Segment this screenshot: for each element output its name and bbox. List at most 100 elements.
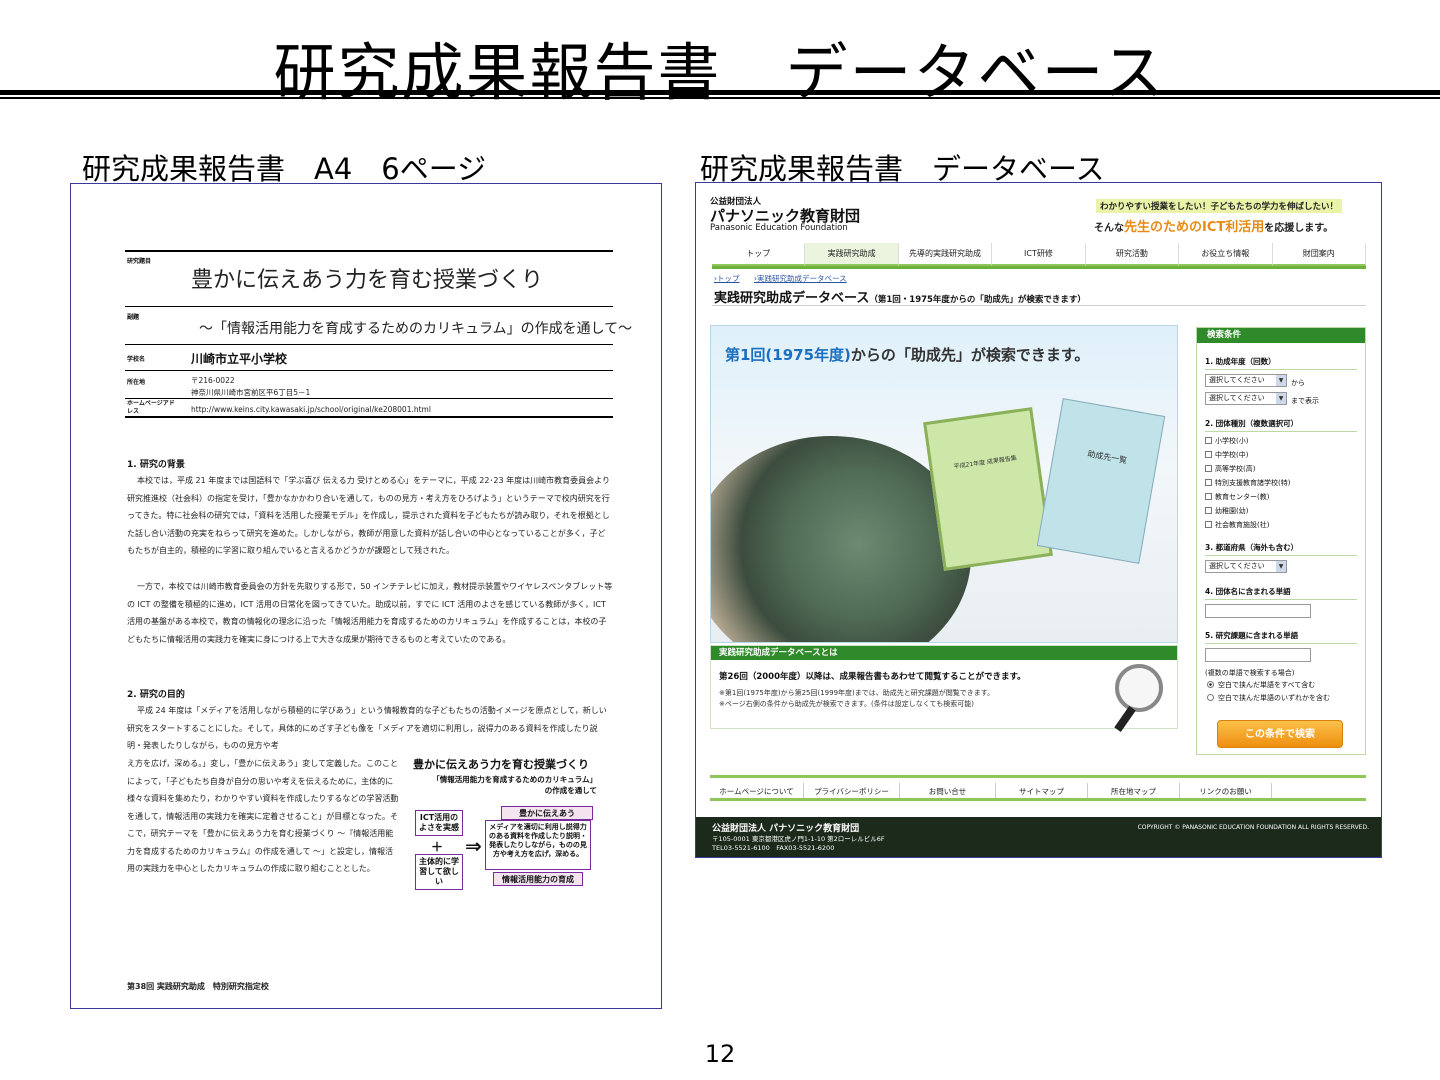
type-checkbox[interactable]: 特別支援教育諸学校(特) <box>1205 478 1290 488</box>
footer-link-privacy[interactable]: プライバシーポリシー <box>804 783 900 798</box>
footer-nav: ホームページについて プライバシーポリシー お問い合せ サイトマップ 所在地マッ… <box>710 783 1366 801</box>
database-website: 公益財団法人 パナソニック教育財団 Panasonic Education Fo… <box>695 182 1382 858</box>
label-homepage: ホームページアドレス <box>127 400 175 415</box>
tagline: わかりやすい授業をしたい！子どもたちの学力を伸ばしたい！ <box>1096 199 1343 213</box>
search-heading: 検索条件 <box>1197 328 1365 343</box>
report-url: http://www.keins.city.kawasaki.jp/school… <box>191 405 431 414</box>
checkbox-icon <box>1205 507 1212 514</box>
type-checkbox[interactable]: 高等学校(高) <box>1205 464 1255 474</box>
tagline-support: そんな先生のためのそんなICT利活用を応援します。 <box>1094 216 1333 235</box>
year-from-select[interactable]: 選択してください ▼ <box>1205 374 1287 387</box>
magnifier-icon <box>1115 664 1163 712</box>
section-heading-background: 1. 研究の背景 <box>127 460 185 470</box>
search-label-org-word: 4. 団体名に含まれる単語 <box>1205 586 1357 600</box>
site-footer: 公益財団法人 パナソニック教育財団 〒105-0001 東京都港区虎ノ門1-1-… <box>696 817 1381 857</box>
tagline-highlight: ICT利活用 <box>1202 220 1265 235</box>
type-checkbox-label: 教育センター(教) <box>1215 493 1270 501</box>
year-to-value: 選択してください <box>1209 394 1265 402</box>
type-checkbox[interactable]: 教育センター(教) <box>1205 492 1269 502</box>
radio-match-any[interactable]: 空白で挟んだ単語のいずれかを含む <box>1207 693 1330 703</box>
label-school: 学校名 <box>127 356 146 363</box>
org-word-input[interactable] <box>1205 604 1311 618</box>
type-checkbox-label: 高等学校(高) <box>1215 465 1256 473</box>
breadcrumb-home[interactable]: ›トップ <box>714 273 740 284</box>
section-heading-purpose: 2. 研究の目的 <box>127 690 185 700</box>
footer-link-link-request[interactable]: リンクのお願い <box>1180 783 1272 798</box>
search-label-year: 1. 助成年度（回数） <box>1205 356 1357 370</box>
figure-title: 豊かに伝えあう力を育む授業づくり <box>413 758 589 771</box>
figure-subtitle-line: の作成を通して <box>544 786 597 795</box>
hero-caption: 第1回(1975年度)からの「助成先」が検索できます。 <box>725 344 1089 365</box>
footer-copyright: COPYRIGHT © PANASONIC EDUCATION FOUNDATI… <box>1137 824 1369 831</box>
search-panel: 検索条件 1. 助成年度（回数） 選択してください ▼ から 選択してください ▼ … <box>1196 327 1366 755</box>
report-school: 川崎市立平小学校 <box>191 352 288 366</box>
book-list-label: 助成先一覧 <box>1086 449 1128 466</box>
report-subtitle: ～「情報活用能力を育成するためのカリキュラム」の作成を通して～ <box>199 321 633 337</box>
radio-match-all-label: 空白で挟んだ単語をすべて含む <box>1218 681 1316 689</box>
type-checkbox[interactable]: 社会教育施設(社) <box>1205 520 1269 530</box>
chevron-down-icon: ▼ <box>1276 561 1286 572</box>
type-checkbox[interactable]: 小学校(小) <box>1205 436 1248 446</box>
radio-selected-icon <box>1207 681 1214 688</box>
report-paragraph: 本校では，平成 21 年度までは国語科で「学ぶ喜び 伝える力 受けとめる心」をテ… <box>127 476 610 555</box>
nav-item-useful-info[interactable]: お役立ち情報 <box>1179 243 1273 266</box>
label-theme: 研究題目 <box>127 258 152 265</box>
figure-box-goal-foot: 情報活用能力の育成 <box>493 872 583 886</box>
footer-link-map[interactable]: 所在地マップ <box>1088 783 1180 798</box>
type-checkbox-label: 社会教育施設(社) <box>1215 521 1270 529</box>
nav-item-research-grant[interactable]: 実践研究助成 <box>805 243 899 266</box>
checkbox-icon <box>1205 437 1212 444</box>
checkbox-icon <box>1205 465 1212 472</box>
search-button[interactable]: この条件で検索 <box>1217 720 1343 748</box>
year-from-value: 選択してください <box>1209 376 1265 384</box>
checkbox-icon <box>1205 451 1212 458</box>
prefecture-select[interactable]: 選択してください ▼ <box>1205 560 1287 573</box>
breadcrumb-current[interactable]: ›実践研究助成データベース <box>754 273 847 284</box>
main-nav: トップ 実践研究助成 先導的実践研究助成 ICT研修 研究活動 お役立ち情報 財… <box>712 243 1366 269</box>
page-heading-note: （第1回・1975年度からの「助成先」が検索できます） <box>869 295 1086 305</box>
type-checkbox-label: 特別支援教育諸学校(特) <box>1215 479 1291 487</box>
year-to-select[interactable]: 選択してください ▼ <box>1205 392 1287 405</box>
heading-rule <box>712 305 1366 306</box>
report-rule <box>125 344 613 345</box>
hero-caption-rest: からの「助成先」が検索できます。 <box>850 346 1090 364</box>
search-label-prefecture: 3. 都道府県（海外も含む） <box>1205 542 1357 556</box>
type-checkbox[interactable]: 幼稚園(幼) <box>1205 506 1248 516</box>
multi-word-note: (複数の単語で検索する場合) <box>1205 669 1295 677</box>
figure-box-proactive: 主体的に学習して欲しい <box>415 854 463 890</box>
page-heading: 実践研究助成データベース（第1回・1975年度からの「助成先」が検索できます） <box>714 287 1086 306</box>
report-rule-top <box>125 250 613 252</box>
footer-link-contact[interactable]: お問い合せ <box>900 783 996 798</box>
report-rule <box>125 370 613 371</box>
radio-match-all[interactable]: 空白で挟んだ単語をすべて含む <box>1207 680 1315 690</box>
type-checkbox-label: 幼稚園(幼) <box>1215 507 1249 515</box>
report-rule <box>125 306 613 307</box>
report-address: 神奈川県川崎市宮前区平6丁目5－1 <box>191 388 311 397</box>
chevron-down-icon: ▼ <box>1276 375 1286 386</box>
figure-arrow: ⇒ <box>465 834 482 858</box>
label-subtitle: 副題 <box>127 314 140 321</box>
figure-subtitle: 「情報活用能力を育成するためのカリキュラム」 の作成を通して <box>411 774 597 796</box>
footer-tel: TEL03-5521-6100 FAX03-5521-6200 <box>712 844 835 852</box>
theme-word-input[interactable] <box>1205 648 1311 662</box>
nav-item-about[interactable]: 財団案内 <box>1272 243 1366 266</box>
magnifier-handle <box>1114 706 1136 732</box>
report-paragraph: 一方で，本校では川崎市教育委員会の方針を先取りする形で，50 インチテレビに加え… <box>127 582 613 644</box>
hero-banner: 平成21年度 成果報告集 助成先一覧 第1回(1975年度)からの「助成先」が検… <box>710 325 1178 643</box>
nav-item-advanced-grant[interactable]: 先導的実践研究助成 <box>898 243 993 266</box>
tagline-part: そんな <box>1094 223 1124 234</box>
nav-item-research-activity[interactable]: 研究活動 <box>1085 243 1180 266</box>
hero-caption-highlight: 第1回(1975年度) <box>725 346 851 364</box>
title-rule-thick <box>0 90 1440 95</box>
prefecture-value: 選択してください <box>1209 562 1265 570</box>
about-heading: 実践研究助成データベースとは <box>711 646 1177 660</box>
figure-box-goal-head: 豊かに伝えあう <box>501 806 593 820</box>
type-checkbox[interactable]: 中学校(中) <box>1205 450 1248 460</box>
checkbox-icon <box>1205 493 1212 500</box>
footer-link-sitemap[interactable]: サイトマップ <box>996 783 1088 798</box>
nav-item-ict-training[interactable]: ICT研修 <box>992 243 1086 266</box>
footer-nav-rule <box>710 775 1366 778</box>
footer-link-about-site[interactable]: ホームページについて <box>710 783 804 798</box>
nav-item-top[interactable]: トップ <box>712 243 806 266</box>
report-rule <box>125 398 613 399</box>
